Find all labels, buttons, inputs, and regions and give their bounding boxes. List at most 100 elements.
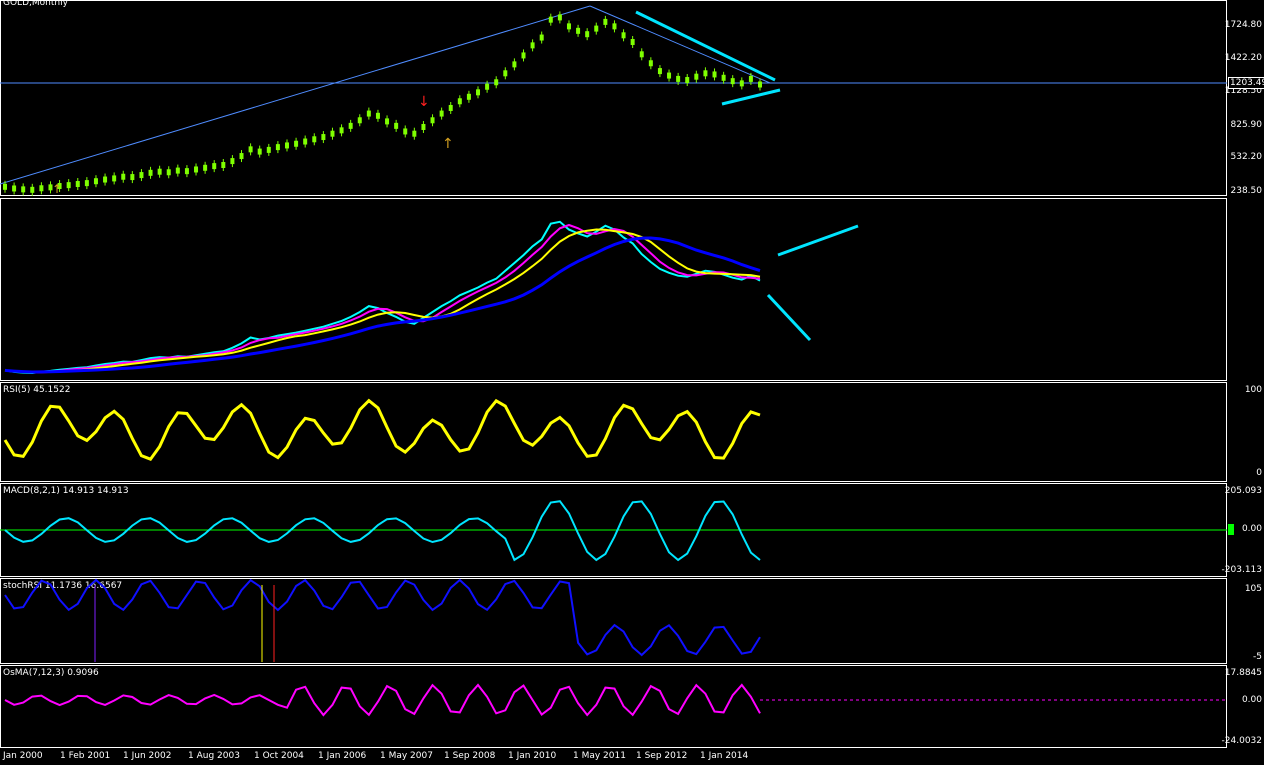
rsi-line [3,398,761,462]
candle-body [721,74,726,81]
ytick-osma-2: -24.0032 [1221,736,1262,746]
ma-line-mid [4,223,761,374]
candle-body [548,16,553,23]
candle-body [394,122,399,129]
osma-line [4,683,761,717]
ytick-osma-1: 0.00 [1241,695,1262,705]
candle-body [266,146,271,153]
candle-body [612,23,617,30]
candle-body [457,98,462,105]
candle-body [385,118,390,125]
candle-body [148,169,153,176]
candle-body [275,144,280,151]
ytick-macd-2: -203.113 [1221,565,1262,575]
ytick-price-4: 825.90 [1230,120,1263,130]
candle-body [321,134,326,141]
candle-body [712,71,717,78]
stochrsi-line [4,578,761,657]
candle-body [703,70,708,77]
annotation-arrow-up [721,88,781,106]
candle-body [758,81,762,88]
candle-body [294,140,299,147]
chart-canvas: ↓ ↑ ↑ [0,5,1227,717]
candle-body [375,112,380,119]
candle-body [494,79,499,86]
last-price-badge: 1203.49 [1228,77,1264,89]
candle-body [39,185,44,192]
candle-body [239,153,244,160]
candle-body [603,18,608,25]
x-tick-label: Jan 2000 [3,751,43,761]
up-arrow-marker-2: ↑ [52,182,62,196]
trendline-up [0,5,591,185]
candle-body [503,70,508,77]
candle-body [412,130,417,137]
candle-body [184,168,189,175]
ytick-macd-1: 0.00 [1241,524,1262,534]
candle-body [257,148,262,155]
candle-body [103,176,108,183]
ytick-macd-0: 205.093 [1224,486,1262,496]
candle-body [194,166,199,173]
ytick-price-1: 1422.20 [1224,53,1262,63]
up-arrow-marker: ↑ [442,136,454,152]
ma-line-fast [4,220,761,375]
annotation-arrow-ma-top [777,224,859,257]
ytick-stoch-1: -5 [1253,652,1262,662]
candle-body [66,182,71,189]
x-tick-label: 1 Jan 2014 [700,751,749,761]
ytick-rsi-1: 0 [1256,468,1262,478]
candle-body [739,80,744,87]
x-tick-label: 1 Jun 2002 [123,751,172,761]
candle-body [748,75,753,82]
candle-body [284,142,289,149]
x-tick-label: 1 May 2011 [573,751,626,761]
candle-body [466,93,471,100]
y-axis-panel: 1724.80 1422.20 1128.50 825.90 532.20 23… [1222,0,1264,765]
x-tick-label: 1 Sep 2008 [444,751,496,761]
candle-body [330,130,335,137]
candle-body [339,127,344,134]
candle-body [476,89,481,96]
candle-body [621,32,626,39]
candle-body [312,136,317,143]
candle-body [130,174,135,181]
x-tick-label: 1 Feb 2001 [60,751,111,761]
x-tick-label: 1 Jan 2010 [508,751,557,761]
candle-body [366,110,371,117]
candle-body [166,169,171,176]
ytick-price-5: 532.20 [1230,152,1263,162]
x-tick-label: 1 Oct 2004 [254,751,304,761]
candle-body [521,52,526,59]
candle-body [112,175,117,182]
down-arrow-marker: ↓ [418,94,430,110]
candle-body [530,42,535,49]
x-tick-label: 1 May 2007 [380,751,433,761]
candle-body [448,104,453,111]
candle-body [212,163,217,170]
candle-body [139,172,144,179]
candle-body [685,77,690,84]
x-tick-label: 1 Aug 2003 [188,751,240,761]
candle-body [594,25,599,32]
candle-body [512,61,517,68]
candle-body [576,27,581,34]
x-tick-label: 1 Jan 2006 [318,751,367,761]
candle-body [348,122,353,129]
candle-body [557,14,562,21]
candle-body [566,23,571,30]
candle-body [676,75,681,82]
ytick-price-6: 238.50 [1230,186,1263,196]
candle-body [21,186,26,193]
candle-body [430,117,435,124]
candle-body [657,68,662,75]
candle-body [3,183,7,190]
ytick-stoch-0: 105 [1244,584,1262,594]
candle-body [248,146,253,153]
candle-body [630,39,635,46]
candle-body [221,161,226,168]
candle-body [730,78,735,85]
candle-body [648,60,653,67]
candle-body [639,51,644,58]
candle-body [175,167,180,174]
